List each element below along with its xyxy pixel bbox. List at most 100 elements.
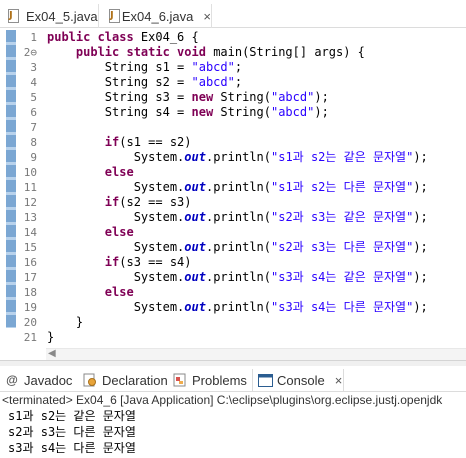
code-token: out <box>184 180 206 194</box>
java-file-icon: J <box>6 9 21 23</box>
code-text: public class Ex04_6 { <box>47 30 199 45</box>
code-line: 5 String s3 = new String("abcd"); <box>0 90 466 105</box>
code-line: 18 else <box>0 285 466 300</box>
close-icon[interactable]: × <box>203 9 211 24</box>
code-token: "s2과 s3는 같은 문자열" <box>271 210 414 224</box>
code-token: .println( <box>205 270 271 284</box>
code-token: "abcd" <box>270 105 315 119</box>
code-token: System. <box>47 150 185 164</box>
code-token: (s1 == s2) <box>119 135 192 149</box>
tab-label: Declaration <box>102 372 168 388</box>
line-number: 7 <box>30 121 37 134</box>
line-number: 12 <box>23 196 37 209</box>
code-token: if <box>104 135 120 149</box>
code-token: else <box>104 285 134 299</box>
tab-console[interactable]: Console × <box>252 369 344 391</box>
code-token: "abcd" <box>191 60 235 74</box>
code-text: System.out.println("s1과 s2는 다른 문자열"); <box>47 180 428 195</box>
code-token: ); <box>314 90 329 104</box>
code-token: } <box>47 315 84 329</box>
code-text: public static void main(String[] args) { <box>47 45 365 60</box>
code-token: "s2과 s3는 다른 문자열" <box>271 240 414 254</box>
code-token: out <box>184 300 206 314</box>
code-editor[interactable]: 1 public class Ex04_6 {2⊖ public static v… <box>0 28 466 360</box>
close-icon[interactable]: × <box>335 373 343 388</box>
code-line: 13 System.out.println("s2과 s3는 같은 문자열"); <box>0 210 466 225</box>
line-number: 4 <box>30 76 37 89</box>
code-token: System. <box>47 240 185 254</box>
tab-label: Ex04_5.java <box>26 8 98 24</box>
code-token: public static void <box>75 45 214 59</box>
tab-declaration[interactable]: Declaration <box>82 370 168 390</box>
code-text: if(s3 == s4) <box>47 255 192 270</box>
code-token: "s3과 s4는 같은 문자열" <box>271 270 414 284</box>
bottom-panel-tab-bar: @ Javadoc Declaration Problems Console × <box>0 366 466 392</box>
code-token: String s1 = <box>47 60 192 74</box>
line-number: 21 <box>23 331 37 344</box>
code-token: "s1과 s2는 다른 문자열" <box>271 180 414 194</box>
code-token: String s2 = <box>47 75 192 89</box>
code-token: ); <box>413 300 428 314</box>
java-file-icon: J <box>107 9 120 23</box>
code-token: .println( <box>205 300 271 314</box>
line-number: 2⊖ <box>23 46 37 59</box>
code-token: System. <box>47 210 185 224</box>
code-token: ); <box>413 150 428 164</box>
scroll-left-icon[interactable]: ◀ <box>48 348 56 359</box>
code-token: System. <box>47 300 185 314</box>
horizontal-scrollbar[interactable]: ◀ <box>46 348 466 360</box>
code-text: else <box>47 285 134 300</box>
code-line: 19 System.out.println("s3과 s4는 다른 문자열"); <box>0 300 466 315</box>
code-token: out <box>184 240 206 254</box>
tab-ex04-6-java[interactable]: J Ex04_6.java × <box>98 4 212 28</box>
code-token: out <box>184 210 206 224</box>
code-token: .println( <box>205 150 271 164</box>
code-token: public class <box>47 30 141 44</box>
declaration-icon <box>82 373 98 387</box>
code-token: ); <box>413 240 428 254</box>
code-token: else <box>104 165 134 179</box>
tab-label: Ex04_6.java <box>121 8 194 24</box>
code-token: .println( <box>205 180 271 194</box>
console-output-line: s1과 s2는 같은 문자열 <box>8 409 136 423</box>
code-text: System.out.println("s3과 s4는 같은 문자열"); <box>47 270 428 285</box>
code-token: } <box>47 330 55 344</box>
code-token: "s1과 s2는 같은 문자열" <box>271 150 414 164</box>
code-text: if(s1 == s2) <box>47 135 192 150</box>
line-number: 16 <box>23 256 37 269</box>
code-line: 6 String s4 = new String("abcd"); <box>0 105 466 120</box>
line-number: 10 <box>23 166 37 179</box>
code-token: String s3 = <box>47 90 192 104</box>
code-line: 9 System.out.println("s1과 s2는 같은 문자열"); <box>0 150 466 165</box>
code-text: String s1 = "abcd"; <box>47 60 242 75</box>
code-text: System.out.println("s3과 s4는 다른 문자열"); <box>47 300 428 315</box>
code-token: (s2 == s3) <box>119 195 192 209</box>
code-text: if(s2 == s3) <box>47 195 192 210</box>
code-token: "s3과 s4는 다른 문자열" <box>271 300 414 314</box>
console-output-line: s3과 s4는 다른 문자열 <box>8 441 136 455</box>
code-token: (s3 == s4) <box>119 255 192 269</box>
code-token: ; <box>234 75 243 89</box>
console-header: <terminated> Ex04_6 [Java Application] C… <box>2 393 443 407</box>
code-line: 2⊖ public static void main(String[] args… <box>0 45 466 60</box>
code-token: .println( <box>205 210 271 224</box>
code-line: 15 System.out.println("s2과 s3는 다른 문자열"); <box>0 240 466 255</box>
tab-label: Javadoc <box>24 372 73 388</box>
console-view[interactable]: <terminated> Ex04_6 [Java Application] C… <box>0 392 466 458</box>
tab-javadoc[interactable]: @ Javadoc <box>4 370 72 390</box>
code-token: ; <box>234 60 243 74</box>
line-number: 19 <box>23 301 37 314</box>
code-line: 7 <box>0 120 466 135</box>
code-token: String s4 = <box>47 105 192 119</box>
code-text: else <box>47 225 134 240</box>
tab-label: Problems <box>192 372 247 388</box>
tab-problems[interactable]: Problems <box>172 370 247 390</box>
code-line: 8 if(s1 == s2) <box>0 135 466 150</box>
code-text: String s3 = new String("abcd"); <box>47 90 329 105</box>
tab-ex04-5-java[interactable]: J Ex04_5.java <box>6 4 98 28</box>
code-text: } <box>47 330 54 345</box>
